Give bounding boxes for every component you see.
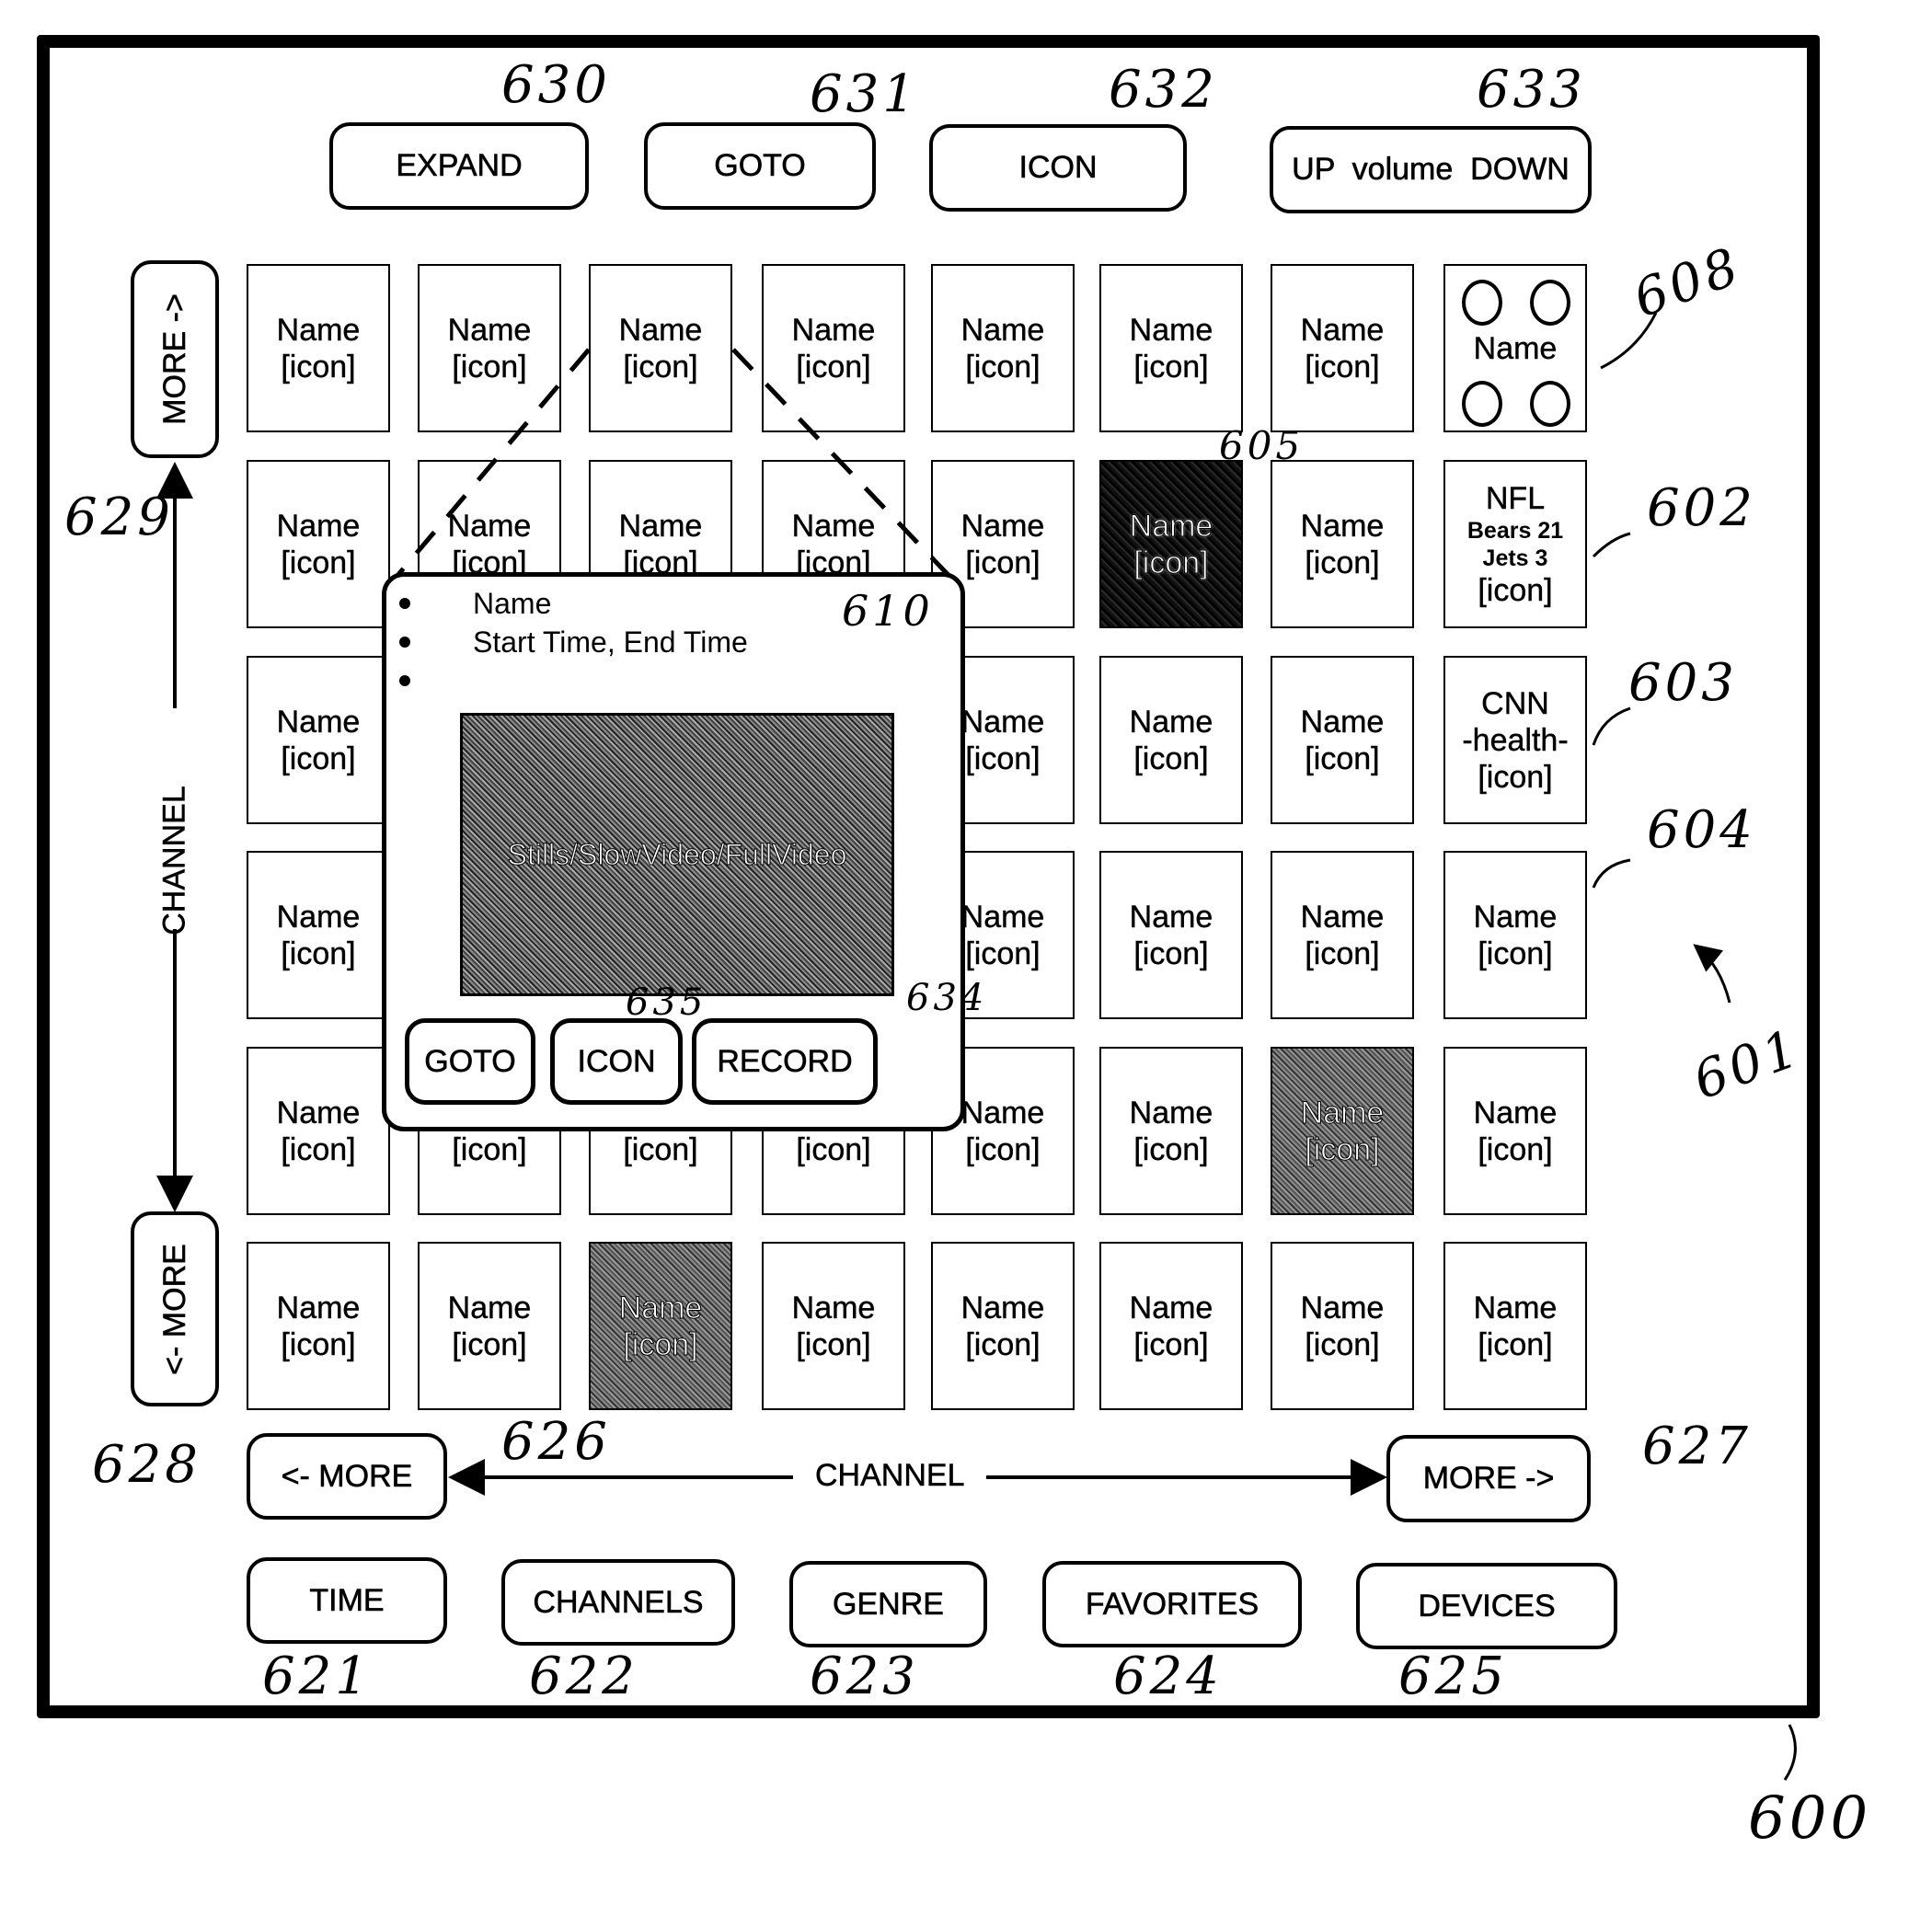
popup-record-label: RECORD xyxy=(717,1043,853,1079)
ref-label: 627 xyxy=(1642,1417,1752,1476)
more-channels-right-button[interactable]: MORE -> xyxy=(1386,1435,1591,1522)
popup-goto-button[interactable]: GOTO xyxy=(405,1018,535,1105)
more-channels-left-button[interactable]: <- MORE xyxy=(247,1433,447,1520)
preview-label: Stills/SlowVideo/FullVideo xyxy=(507,837,847,871)
zoom-line-left xyxy=(385,348,591,591)
ref-label: 625 xyxy=(1398,1647,1508,1706)
ref-label: 623 xyxy=(810,1647,919,1706)
tab-channels[interactable]: CHANNELS xyxy=(501,1559,735,1646)
ref-label: 622 xyxy=(529,1647,638,1706)
ref-label: 621 xyxy=(262,1647,372,1706)
leader-600 xyxy=(1783,1724,1797,1781)
tab-label: CHANNELS xyxy=(533,1584,704,1620)
bullet-icon xyxy=(399,598,410,609)
program-info-popup: Name Start Time, End Time 610 Stills/Slo… xyxy=(382,572,983,1131)
leader-604 xyxy=(1592,858,1631,889)
popup-icon-button[interactable]: ICON xyxy=(550,1018,683,1105)
horizontal-channel-label: CHANNEL xyxy=(802,1458,978,1494)
tab-genre[interactable]: GENRE xyxy=(789,1561,987,1647)
ref-label: 634 xyxy=(906,977,988,1019)
ref-label: 626 xyxy=(501,1412,611,1472)
tab-devices[interactable]: DEVICES xyxy=(1356,1563,1617,1649)
program-details: Name Start Time, End Time xyxy=(399,584,748,700)
tab-time[interactable]: TIME xyxy=(247,1557,447,1644)
tab-favorites[interactable]: FAVORITES xyxy=(1042,1561,1302,1647)
figure-ref-label: 600 xyxy=(1748,1785,1872,1853)
zoom-line-right xyxy=(731,348,963,591)
bullet-icon xyxy=(399,675,410,686)
more-left-label: <- MORE xyxy=(281,1458,413,1494)
popup-goto-label: GOTO xyxy=(424,1043,516,1079)
ref-label: 635 xyxy=(626,981,707,1024)
popup-icon-label: ICON xyxy=(577,1043,656,1079)
tab-label: GENRE xyxy=(833,1586,945,1622)
more-right-label: MORE -> xyxy=(1422,1461,1555,1497)
popup-record-button[interactable]: RECORD xyxy=(692,1018,878,1105)
leader-603 xyxy=(1592,706,1631,746)
tab-label: FAVORITES xyxy=(1085,1586,1259,1622)
leader-602 xyxy=(1592,532,1631,558)
bullet-icon xyxy=(399,637,410,648)
ref-label: 610 xyxy=(842,586,934,636)
arrow-601 xyxy=(1693,944,1731,1004)
video-preview[interactable]: Stills/SlowVideo/FullVideo xyxy=(460,713,894,996)
program-times: Start Time, End Time xyxy=(473,625,748,659)
tab-label: DEVICES xyxy=(1418,1588,1556,1624)
tab-label: TIME xyxy=(309,1582,385,1618)
program-name: Name xyxy=(473,587,552,620)
leader-608 xyxy=(1600,312,1658,370)
ref-label: 624 xyxy=(1113,1647,1223,1706)
